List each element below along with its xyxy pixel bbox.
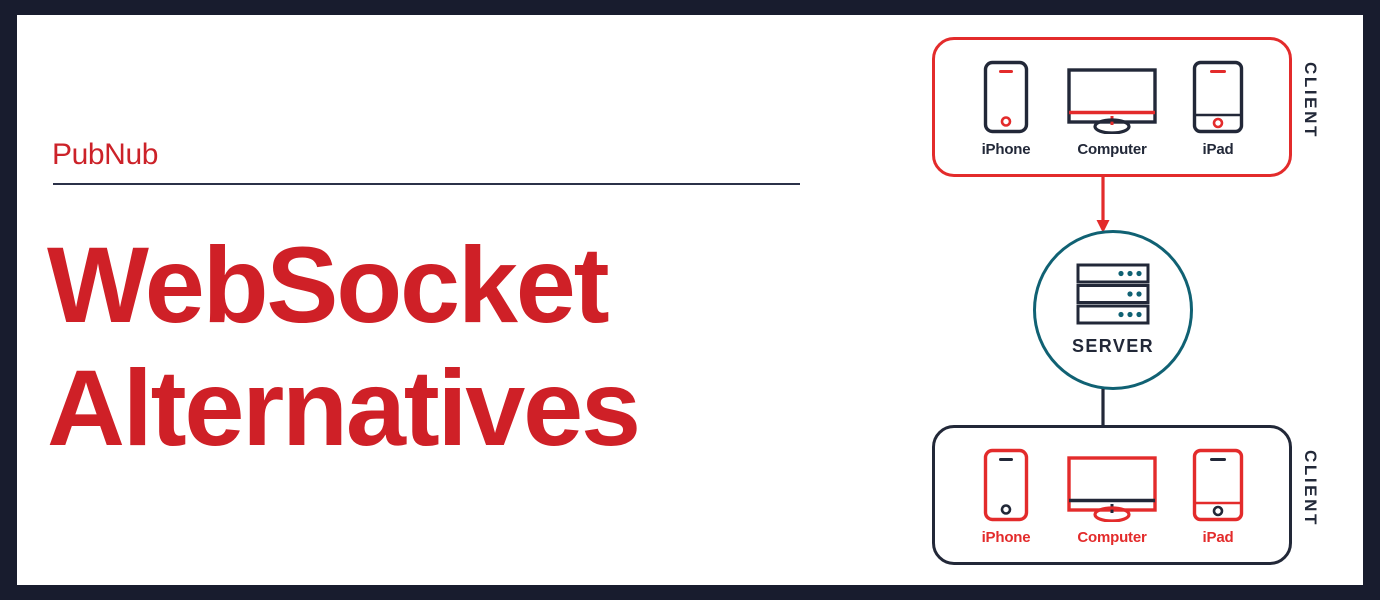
device-list-top: iPhone Computer iPad [935, 40, 1289, 174]
device-label: Computer [1077, 141, 1147, 158]
device-label: iPad [1202, 141, 1234, 158]
device-computer-top: Computer [1060, 56, 1164, 158]
page-title-line-1: WebSocket [47, 224, 610, 345]
page-title: WebSocket Alternatives [47, 223, 807, 469]
ipad-icon [1166, 56, 1270, 134]
horizontal-divider [53, 183, 800, 185]
computer-icon [1060, 56, 1164, 134]
device-ipad-bottom: iPad [1166, 444, 1270, 546]
white-canvas: PubNub WebSocket Alternatives iPhone Com… [17, 15, 1363, 585]
brand-name: PubNub [52, 138, 159, 171]
page-title-line-2: Alternatives [47, 347, 641, 469]
poster-root: PubNub WebSocket Alternatives iPhone Com… [0, 0, 1380, 600]
device-label: iPad [1202, 529, 1234, 546]
client-box-bottom: iPhone Computer iPad [932, 425, 1292, 565]
iphone-icon [954, 56, 1058, 134]
iphone-icon [954, 444, 1058, 522]
client-label-bottom: CLIENT [1301, 450, 1320, 527]
client-label-top: CLIENT [1301, 62, 1320, 139]
device-iphone-bottom: iPhone [954, 444, 1058, 546]
device-label: iPhone [981, 141, 1031, 158]
server-rack-icon [1076, 263, 1150, 330]
architecture-diagram: iPhone Computer iPad CLIENT SERVER iPhon… [897, 15, 1363, 585]
device-label: iPhone [981, 529, 1031, 546]
device-iphone-top: iPhone [954, 56, 1058, 158]
device-list-bottom: iPhone Computer iPad [935, 428, 1289, 562]
client-box-top: iPhone Computer iPad [932, 37, 1292, 177]
device-label: Computer [1077, 529, 1147, 546]
device-ipad-top: iPad [1166, 56, 1270, 158]
ipad-icon [1166, 444, 1270, 522]
server-label: SERVER [1071, 336, 1155, 356]
computer-icon [1060, 444, 1164, 522]
device-computer-bottom: Computer [1060, 444, 1164, 546]
server-node: SERVER [1033, 230, 1193, 390]
